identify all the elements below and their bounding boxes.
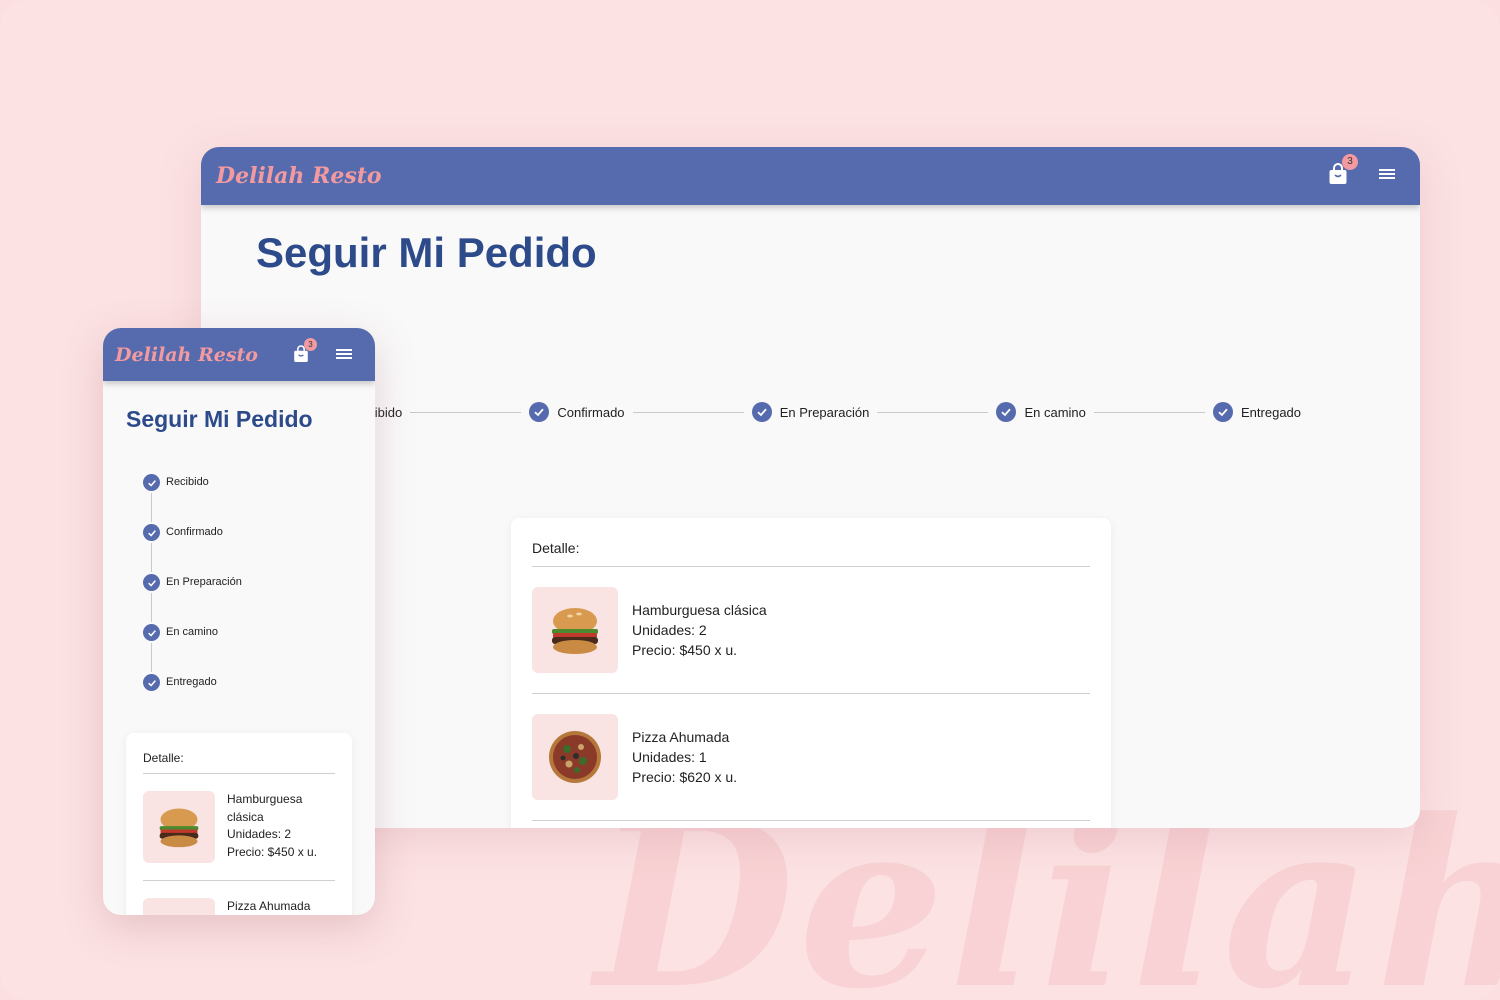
brand-logo[interactable]: Delilah Resto (115, 344, 258, 366)
list-item: Pizza Ahumada (143, 881, 335, 915)
check-icon (996, 402, 1017, 422)
step-connector (410, 411, 522, 413)
item-name-line1: Hamburguesa (227, 792, 303, 806)
check-icon (751, 402, 772, 422)
step-label: En camino (166, 626, 218, 638)
step-delivered: Entregado (1213, 402, 1301, 422)
step-connector (877, 411, 989, 413)
order-detail-card: Detalle: Hamburguesa clásica Unidades: 2 (126, 733, 352, 915)
check-icon (143, 624, 160, 641)
page-title: Seguir Mi Pedido (256, 229, 597, 276)
cart-count-badge: 3 (1342, 154, 1358, 170)
brand-logo[interactable]: Delilah Resto (216, 163, 382, 189)
step-label: Entregado (1241, 404, 1302, 420)
order-detail-card: Detalle: Hamburguesa clásica Unidades: 2… (511, 518, 1111, 828)
item-name: Pizza Ahumada (227, 899, 311, 913)
item-units: Unidades: 2 (632, 622, 707, 638)
check-icon (143, 674, 160, 691)
step-received: Recibido (143, 474, 242, 524)
step-label: En camino (1024, 404, 1086, 420)
step-preparing: En Preparación (143, 574, 242, 624)
list-item: Hamburguesa clásica Unidades: 2 Precio: … (143, 774, 335, 881)
background-stage: Delilah Re Delilah Resto 3 (0, 0, 1500, 1000)
item-price: Precio: $450 x u. (227, 844, 318, 859)
item-price: Precio: $620 x u. (632, 769, 738, 785)
cart-button[interactable]: 3 (293, 338, 317, 363)
list-item: Pizza Ahumada Unidades: 1 Precio: $620 x… (532, 694, 1090, 821)
desktop-window: Delilah Resto 3 Seguir Mi Pedido ecibido… (201, 147, 1420, 828)
detail-heading: Detalle: (143, 751, 335, 774)
check-icon (529, 402, 550, 422)
cart-count-badge: 3 (304, 338, 317, 351)
cart-button[interactable]: 3 (1328, 154, 1358, 185)
order-progress-steps: ecibido Confirmado En Preparación En cam… (361, 400, 1301, 424)
pizza-image (143, 898, 215, 915)
item-name-line2: clásica (227, 809, 264, 824)
item-name: Pizza Ahumada (632, 729, 730, 745)
step-confirmed: Confirmado (529, 402, 625, 422)
check-icon (143, 574, 160, 591)
step-connector (151, 493, 152, 522)
step-connector (151, 593, 152, 622)
item-price: Precio: $450 x u. (632, 642, 738, 658)
step-preparing: En Preparación (751, 402, 870, 422)
step-label: En Preparación (779, 404, 870, 420)
navbar: Delilah Resto 3 (201, 147, 1420, 205)
hamburger-menu-icon[interactable] (1378, 167, 1396, 181)
mobile-window: Delilah Resto 3 Seguir Mi Pedido Recibid… (103, 328, 375, 915)
pizza-image (532, 714, 618, 800)
burger-image (143, 791, 215, 863)
item-name: Hamburguesa clásica (632, 602, 767, 618)
check-icon (143, 474, 160, 491)
item-units: Unidades: 2 (227, 827, 292, 841)
step-connector (151, 543, 152, 572)
item-units: Unidades: 1 (632, 749, 707, 765)
step-connector (151, 643, 152, 672)
detail-heading: Detalle: (532, 540, 1090, 567)
step-connector (1093, 411, 1206, 413)
check-icon (143, 524, 160, 541)
step-delivered: Entregado (143, 674, 242, 724)
hamburger-menu-icon[interactable] (335, 347, 353, 361)
step-label: Entregado (166, 676, 217, 688)
step-label: En Preparación (166, 576, 242, 588)
step-on-the-way: En camino (996, 402, 1086, 422)
step-connector (632, 411, 744, 413)
step-label: Confirmado (166, 526, 223, 538)
check-icon (1213, 402, 1234, 422)
step-label: Recibido (166, 476, 209, 488)
step-confirmed: Confirmado (143, 524, 242, 574)
mobile-navbar: Delilah Resto 3 (103, 328, 375, 381)
order-progress-steps-vertical: Recibido Confirmado En Preparación En ca… (143, 474, 242, 724)
step-on-the-way: En camino (143, 624, 242, 674)
burger-image (532, 587, 618, 673)
step-label: Confirmado (557, 404, 625, 420)
list-item: Hamburguesa clásica Unidades: 2 Precio: … (532, 567, 1090, 694)
page-title: Seguir Mi Pedido (126, 406, 313, 432)
